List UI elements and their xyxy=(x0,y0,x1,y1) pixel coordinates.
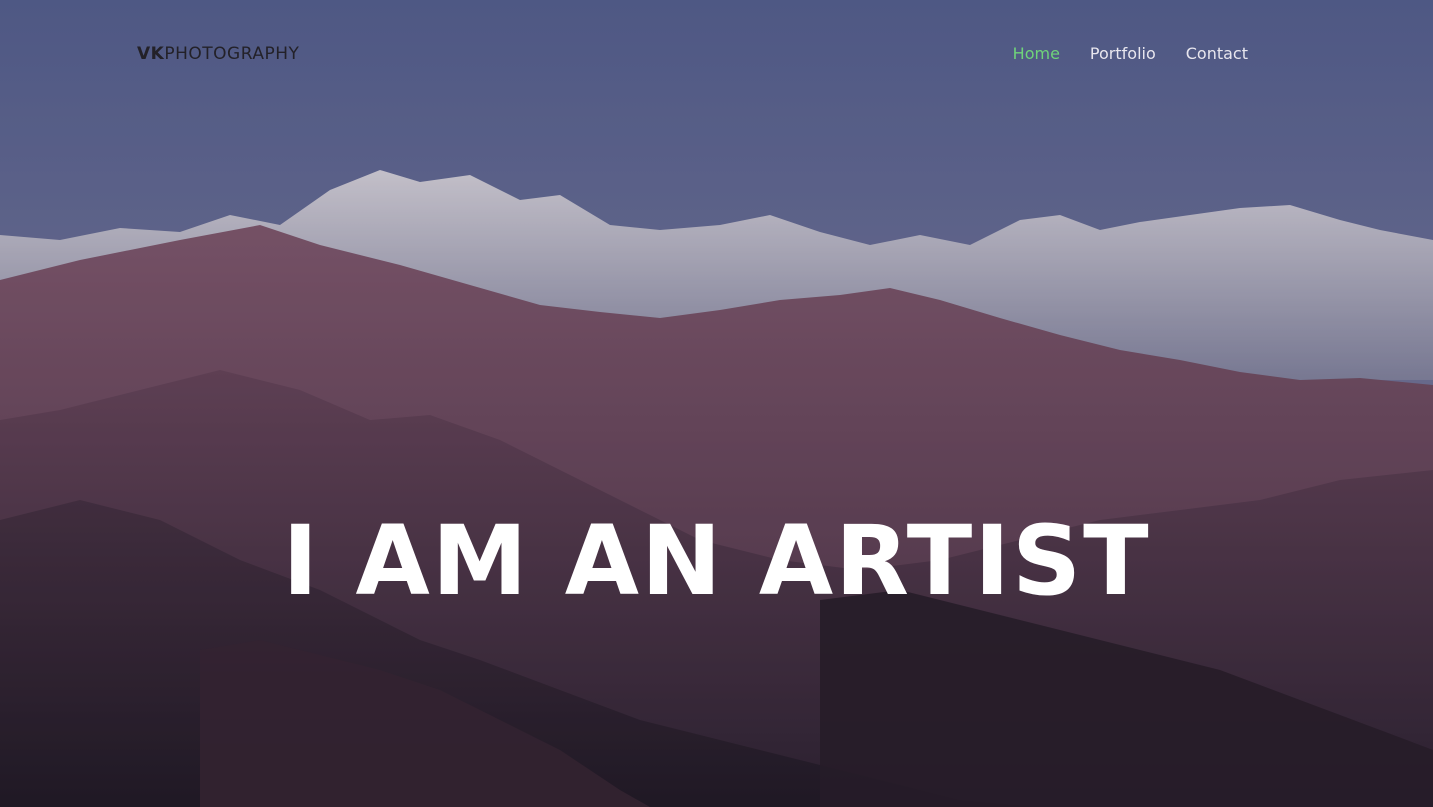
nav-link-portfolio[interactable]: Portfolio xyxy=(1090,44,1156,63)
brand-logo-light: PHOTOGRAPHY xyxy=(164,44,300,64)
brand-logo[interactable]: VKPHOTOGRAPHY xyxy=(137,44,299,64)
hero-headline: I AM AN ARTIST xyxy=(282,505,1151,618)
brand-logo-bold: VK xyxy=(137,44,165,64)
main-nav: Home Portfolio Contact xyxy=(1013,44,1248,63)
dark-overlay xyxy=(0,0,1433,807)
nav-link-home[interactable]: Home xyxy=(1013,44,1060,63)
nav-link-contact[interactable]: Contact xyxy=(1186,44,1248,63)
hero-section: VKPHOTOGRAPHY Home Portfolio Contact I A… xyxy=(0,0,1433,807)
